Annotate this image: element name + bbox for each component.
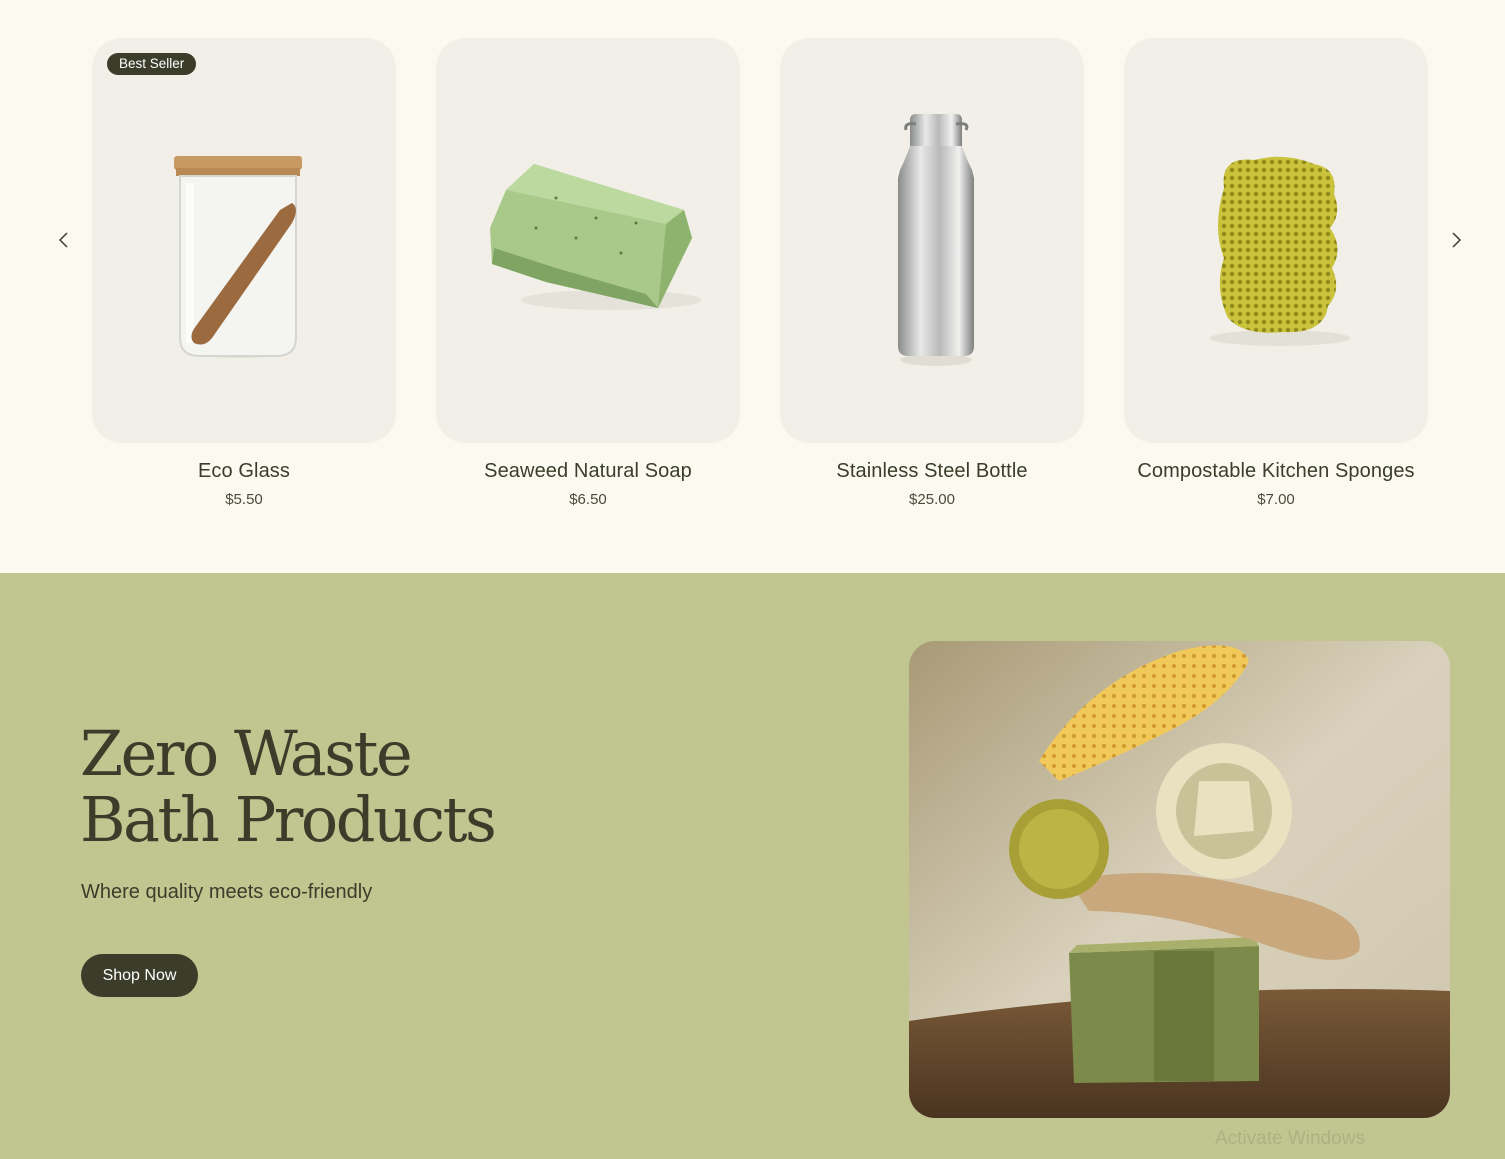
product-price: $6.50 xyxy=(569,491,607,508)
chevron-left-icon xyxy=(58,232,68,248)
product-price: $25.00 xyxy=(909,491,955,508)
best-seller-badge: Best Seller xyxy=(107,53,197,75)
product-name[interactable]: Compostable Kitchen Sponges xyxy=(1124,460,1428,483)
product-price: $7.00 xyxy=(1257,491,1295,508)
shop-now-button[interactable]: Shop Now xyxy=(81,954,198,997)
product-image[interactable] xyxy=(436,38,740,443)
product-card[interactable]: Compostable Kitchen Sponges $7.00 xyxy=(1124,38,1428,508)
activate-windows-watermark: Activate Windows xyxy=(1215,1128,1365,1149)
bath-products-photo xyxy=(909,641,1450,1118)
glass-jar-image xyxy=(174,156,302,358)
product-name[interactable]: Stainless Steel Bottle xyxy=(780,460,1084,483)
carousel-prev-button[interactable] xyxy=(52,228,76,252)
chevron-right-icon xyxy=(1452,232,1462,248)
hero-banner: Zero Waste Bath Products Where quality m… xyxy=(0,573,1505,1159)
product-image[interactable] xyxy=(780,38,1084,443)
product-name[interactable]: Eco Glass xyxy=(92,460,396,483)
hero-subtitle: Where quality meets eco-friendly xyxy=(81,881,373,903)
product-price: $5.50 xyxy=(225,491,263,508)
carousel-next-button[interactable] xyxy=(1444,228,1468,252)
hero-image xyxy=(909,641,1450,1118)
soap-bar-image xyxy=(490,164,701,310)
product-card[interactable]: Seaweed Natural Soap $6.50 xyxy=(436,38,740,508)
hero-title-line: Zero Waste xyxy=(80,717,413,790)
yellow-sponge-image xyxy=(1210,156,1350,346)
product-card[interactable]: Stainless Steel Bottle $25.00 xyxy=(780,38,1084,508)
hero-title: Zero Waste Bath Products xyxy=(80,721,600,853)
hero-title-line: Bath Products xyxy=(80,783,497,856)
product-image[interactable]: Best Seller xyxy=(92,38,396,443)
product-card[interactable]: Best Seller Eco Glass $5.50 xyxy=(92,38,396,508)
steel-bottle-image xyxy=(898,114,974,366)
product-carousel: Best Seller Eco Glass $5.50 Seaweed Natu… xyxy=(0,0,1505,573)
product-image[interactable] xyxy=(1124,38,1428,443)
product-name[interactable]: Seaweed Natural Soap xyxy=(436,460,740,483)
